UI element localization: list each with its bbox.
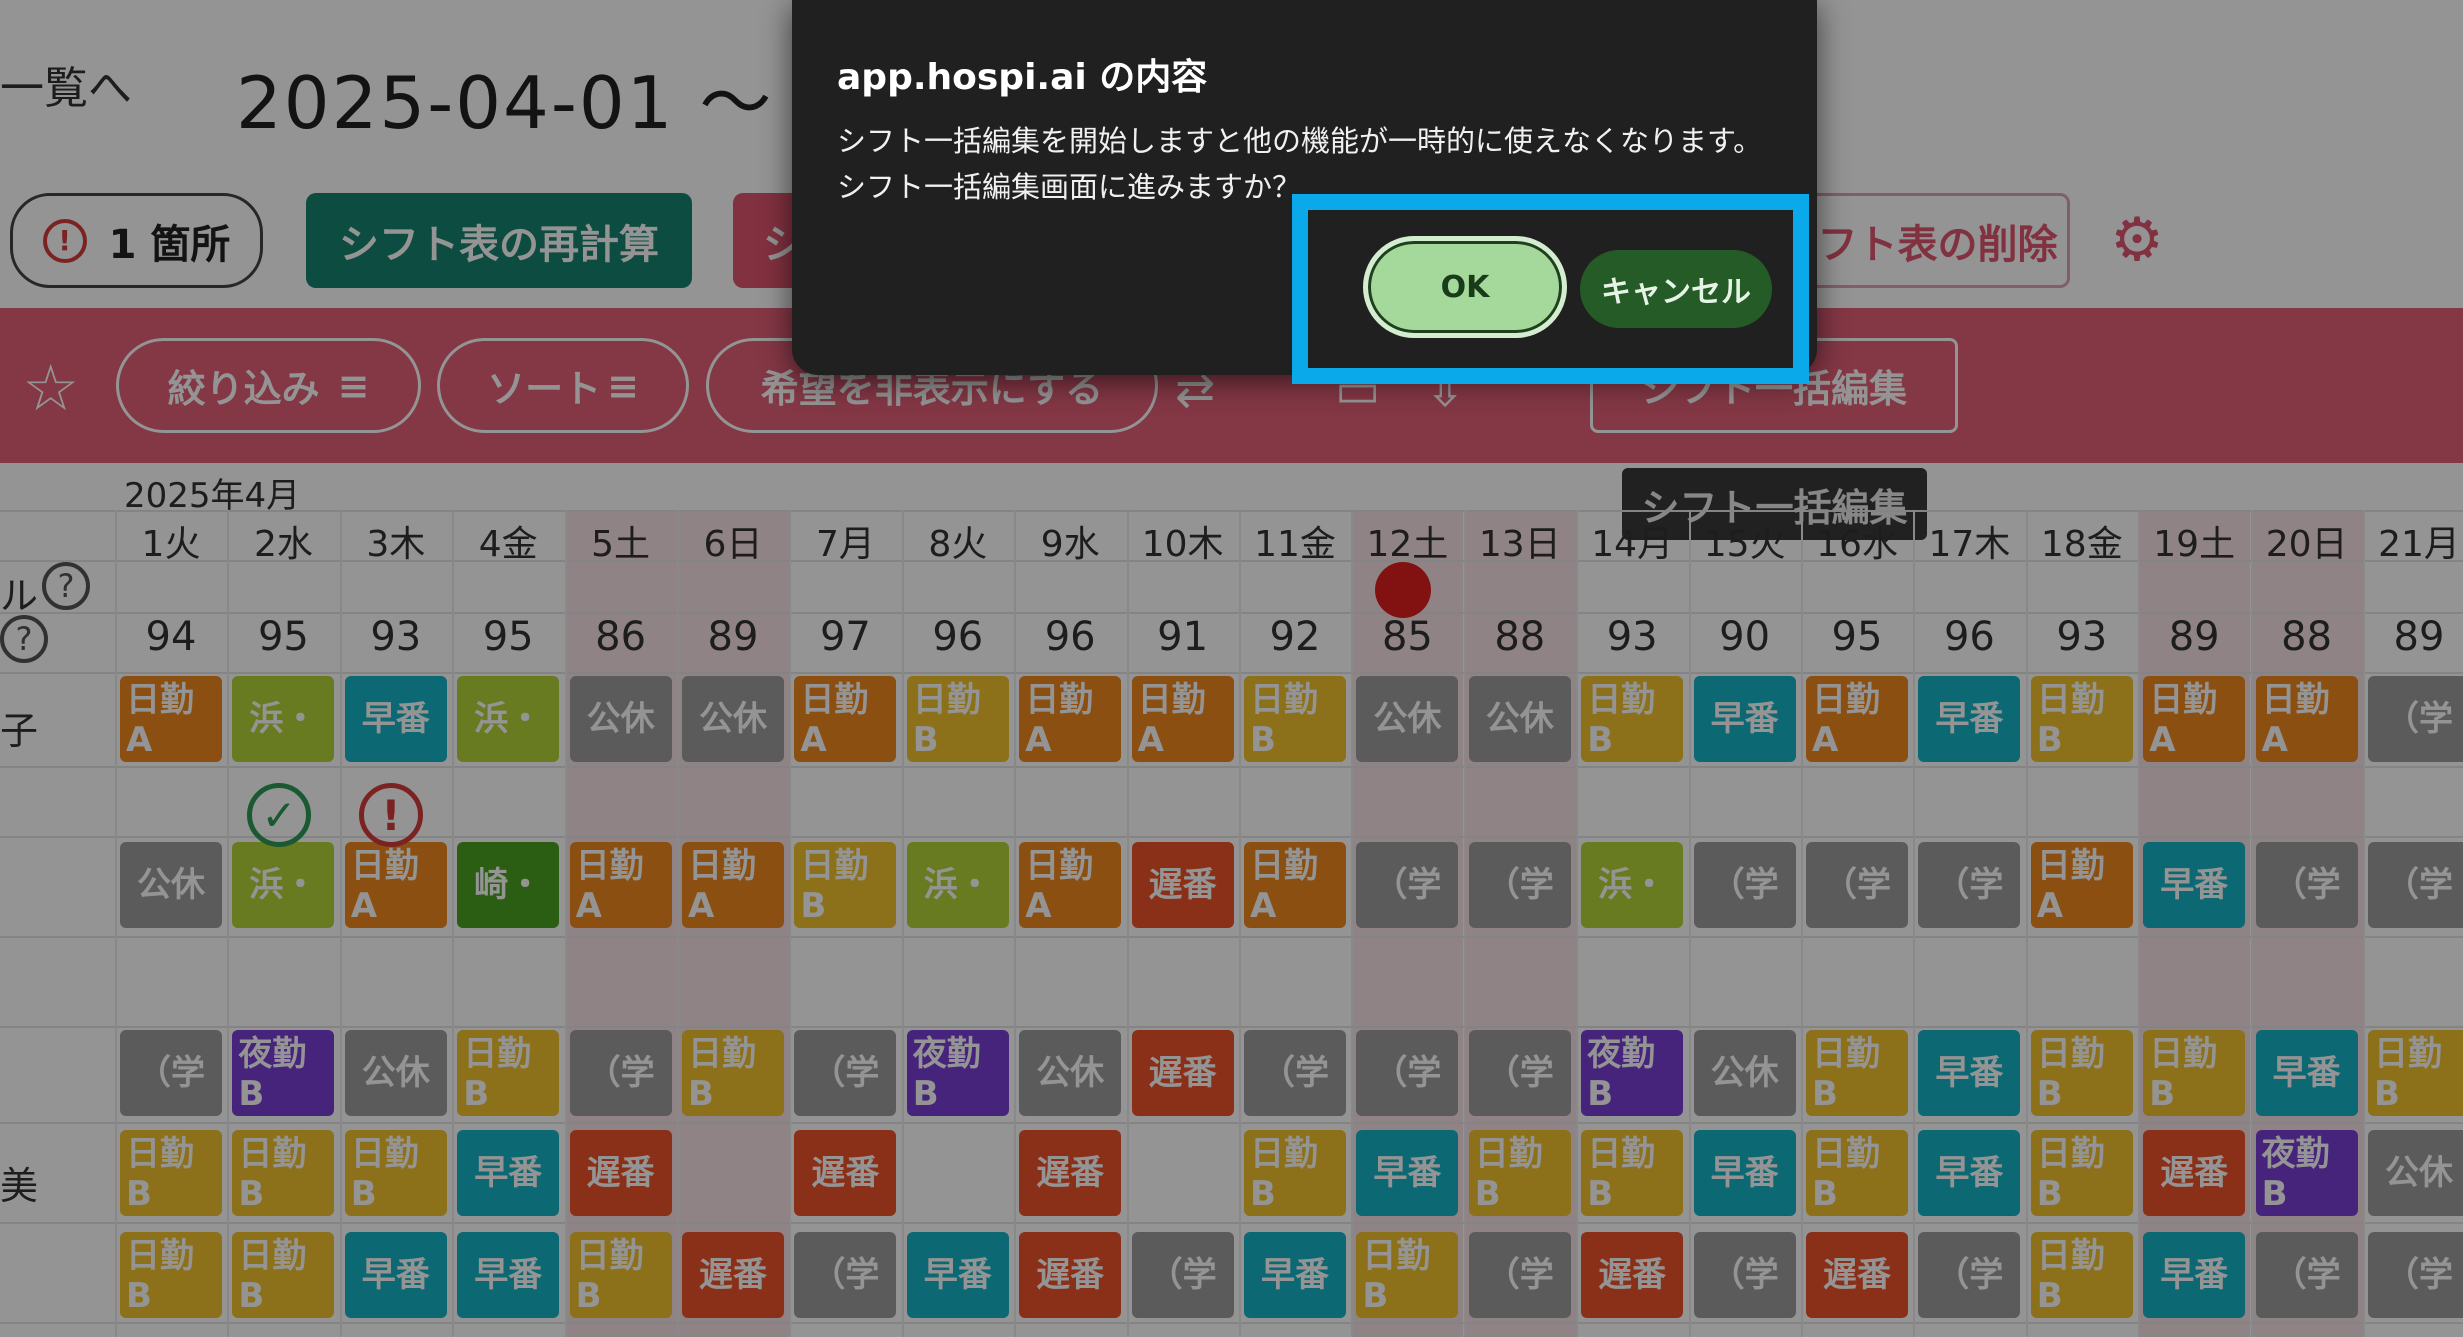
dialog-message-line: シフト一括編集を開始しますと他の機能が一時的に使えなくなります。	[837, 124, 1763, 158]
ok-button[interactable]: OK	[1363, 236, 1567, 338]
shift-table-page: 一覧へ 2025-04-01 〜 2 ! 1 箇所 シフト表の再計算 シ シフト…	[0, 0, 2463, 1337]
dialog-title: app.hospi.ai の内容	[837, 57, 1208, 98]
cancel-button[interactable]: キャンセル	[1580, 250, 1772, 328]
